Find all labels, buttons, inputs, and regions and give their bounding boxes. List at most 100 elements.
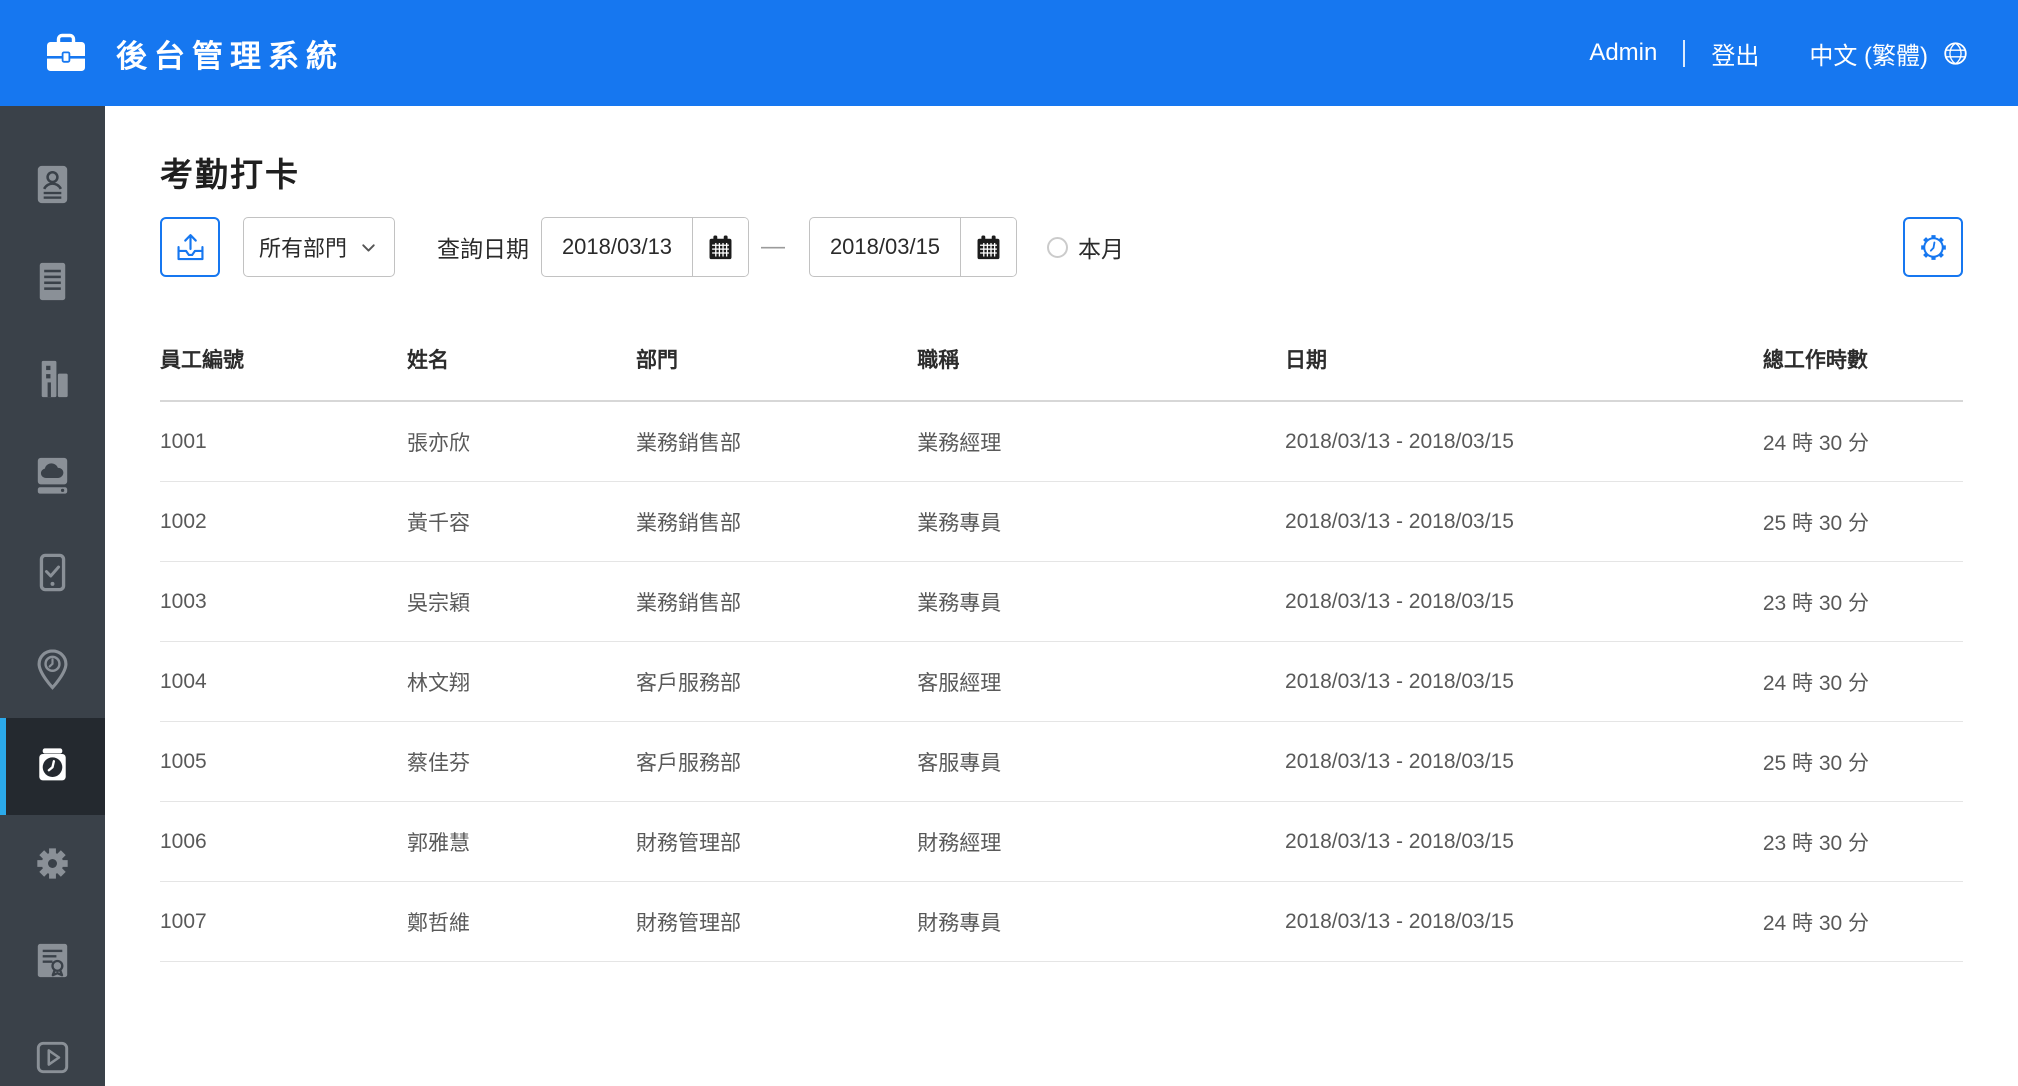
date-from-input[interactable] bbox=[542, 218, 692, 276]
date-to-input[interactable] bbox=[810, 218, 960, 276]
filter-toolbar: 所有部門 查詢日期 2018/03/13 — 2018/03/15 本月 bbox=[160, 216, 1963, 278]
cell-title: 財務專員 bbox=[917, 881, 1286, 962]
sidebar-item-punch-clock[interactable] bbox=[0, 718, 105, 815]
cell-department: 財務管理部 bbox=[635, 881, 918, 962]
table-row: 1001 張亦欣 業務銷售部 業務經理 2018/03/13 - 2018/03/15 2… bbox=[160, 401, 1963, 482]
column-header-title: 職稱 bbox=[917, 328, 1286, 402]
app-title: 後台管理系統 bbox=[116, 38, 344, 74]
cell-employee-id: 1007 bbox=[160, 881, 407, 962]
cell-hours: 24 時 30 分 bbox=[1762, 641, 1963, 722]
top-header: 後台管理系統 Admin 登出 中文 (繁體) bbox=[0, 0, 2018, 106]
cell-date: 2018/03/13 - 2018/03/15 bbox=[1285, 801, 1763, 882]
export-button[interactable] bbox=[160, 217, 220, 277]
play-icon bbox=[29, 1034, 76, 1081]
gear-clock-icon bbox=[1915, 229, 1952, 266]
cell-title: 業務專員 bbox=[917, 561, 1286, 642]
sidebar-item-storage[interactable] bbox=[0, 427, 105, 524]
storage-icon bbox=[29, 452, 76, 499]
cell-date: 2018/03/13 - 2018/03/15 bbox=[1285, 881, 1763, 962]
sidebar-item-certificate[interactable] bbox=[0, 912, 105, 1009]
calendar-icon bbox=[705, 232, 736, 263]
cell-employee-id: 1001 bbox=[160, 401, 407, 482]
cell-hours: 23 時 30 分 bbox=[1762, 561, 1963, 642]
cell-name: 郭雅慧 bbox=[407, 801, 636, 882]
employee-card-icon bbox=[29, 161, 76, 208]
cell-employee-id: 1002 bbox=[160, 481, 407, 562]
cell-hours: 23 時 30 分 bbox=[1762, 801, 1963, 882]
attendance-table-body: 1001 張亦欣 業務銷售部 業務經理 2018/03/13 - 2018/03/15 2… bbox=[160, 401, 1963, 962]
date-to-calendar-button[interactable] bbox=[960, 218, 1016, 276]
cell-title: 業務經理 bbox=[917, 401, 1286, 482]
building-icon bbox=[29, 355, 76, 402]
cell-date: 2018/03/13 - 2018/03/15 bbox=[1285, 481, 1763, 562]
this-month-radio[interactable] bbox=[1047, 236, 1068, 258]
cell-name: 吳宗穎 bbox=[407, 561, 636, 642]
column-header-name: 姓名 bbox=[407, 328, 636, 402]
cell-department: 業務銷售部 bbox=[635, 561, 918, 642]
header-divider bbox=[1683, 39, 1686, 67]
column-header-employee-id: 員工編號 bbox=[160, 328, 407, 402]
cell-employee-id: 1003 bbox=[160, 561, 407, 642]
time-settings-button[interactable] bbox=[1903, 217, 1963, 277]
table-row: 1003 吳宗穎 業務銷售部 業務專員 2018/03/13 - 2018/03/15 2… bbox=[160, 561, 1963, 642]
cell-title: 業務專員 bbox=[917, 481, 1286, 562]
cell-name: 林文翔 bbox=[407, 641, 636, 722]
date-range-separator: — bbox=[761, 233, 785, 260]
language-selector[interactable]: 中文 (繁體) bbox=[1809, 36, 1970, 71]
cell-date: 2018/03/13 - 2018/03/15 bbox=[1285, 641, 1763, 722]
date-query-label: 查詢日期 bbox=[437, 236, 529, 262]
sidebar-item-building[interactable] bbox=[0, 330, 105, 427]
sidebar-nav bbox=[0, 106, 105, 1086]
cell-hours: 24 時 30 分 bbox=[1762, 401, 1963, 482]
certificate-icon bbox=[29, 937, 76, 984]
sidebar-item-play[interactable] bbox=[0, 1009, 105, 1086]
sidebar-item-settings-gear[interactable] bbox=[0, 815, 105, 912]
cell-hours: 24 時 30 分 bbox=[1762, 881, 1963, 962]
main-content: 考勤打卡 所有部門 查詢日期 2018/03/13 — 2018/03/15 本… bbox=[105, 106, 2018, 1086]
table-row: 1005 蔡佳芬 客戶服務部 客服專員 2018/03/13 - 2018/03/15 2… bbox=[160, 721, 1963, 802]
admin-user-link[interactable]: Admin bbox=[1589, 39, 1657, 67]
header-actions: Admin 登出 中文 (繁體) bbox=[1589, 36, 1970, 71]
cell-date: 2018/03/13 - 2018/03/15 bbox=[1285, 401, 1763, 482]
table-row: 1002 黃千容 業務銷售部 業務專員 2018/03/13 - 2018/03/15 2… bbox=[160, 481, 1963, 562]
page-title: 考勤打卡 bbox=[160, 156, 300, 193]
column-header-department: 部門 bbox=[635, 328, 918, 402]
sidebar-item-location-clock[interactable] bbox=[0, 621, 105, 718]
cell-hours: 25 時 30 分 bbox=[1762, 481, 1963, 562]
date-from-calendar-button[interactable] bbox=[692, 218, 748, 276]
cell-name: 黃千容 bbox=[407, 481, 636, 562]
cell-title: 財務經理 bbox=[917, 801, 1286, 882]
column-header-total-hours: 總工作時數 bbox=[1762, 328, 1963, 402]
sidebar-item-employee-card[interactable] bbox=[0, 136, 105, 233]
punch-clock-icon bbox=[29, 743, 76, 790]
attendance-table-head: 員工編號 姓名 部門 職稱 日期 總工作時數 bbox=[160, 328, 1963, 402]
date-to-group bbox=[809, 217, 1017, 277]
globe-icon bbox=[1928, 39, 1970, 68]
table-row: 1004 林文翔 客戶服務部 客服經理 2018/03/13 - 2018/03/15 2… bbox=[160, 641, 1963, 722]
cell-employee-id: 1005 bbox=[160, 721, 407, 802]
department-select-value: 所有部門 bbox=[259, 236, 348, 261]
cell-department: 業務銷售部 bbox=[635, 481, 918, 562]
column-header-date: 日期 bbox=[1285, 328, 1763, 402]
attendance-table: 員工編號 姓名 部門 職稱 日期 總工作時數 1001 張亦欣 業務銷售部 業務經理 2… bbox=[160, 328, 1963, 962]
sidebar-item-document[interactable] bbox=[0, 233, 105, 330]
cell-title: 客服專員 bbox=[917, 721, 1286, 802]
cell-employee-id: 1004 bbox=[160, 641, 407, 722]
date-from-group bbox=[541, 217, 749, 277]
table-row: 1006 郭雅慧 財務管理部 財務經理 2018/03/13 - 2018/03/15 2… bbox=[160, 801, 1963, 882]
document-icon bbox=[29, 258, 76, 305]
chevron-down-icon bbox=[358, 237, 379, 258]
tablet-check-icon bbox=[29, 549, 76, 596]
briefcase-logo-icon bbox=[42, 29, 90, 77]
cell-department: 業務銷售部 bbox=[635, 401, 918, 482]
sidebar-item-tablet-check[interactable] bbox=[0, 524, 105, 621]
cell-name: 鄭哲維 bbox=[407, 881, 636, 962]
location-clock-icon bbox=[29, 646, 76, 693]
header-row: 員工編號 姓名 部門 職稱 日期 總工作時數 bbox=[160, 328, 1963, 402]
cell-name: 張亦欣 bbox=[407, 401, 636, 482]
app-root: 後台管理系統 Admin 登出 中文 (繁體) 考勤打卡 所有部門 查詢日期 2… bbox=[0, 0, 2018, 1086]
cell-department: 財務管理部 bbox=[635, 801, 918, 882]
logout-link[interactable]: 登出 bbox=[1711, 36, 1759, 71]
department-select[interactable]: 所有部門 bbox=[243, 217, 395, 277]
cell-date: 2018/03/13 - 2018/03/15 bbox=[1285, 561, 1763, 642]
